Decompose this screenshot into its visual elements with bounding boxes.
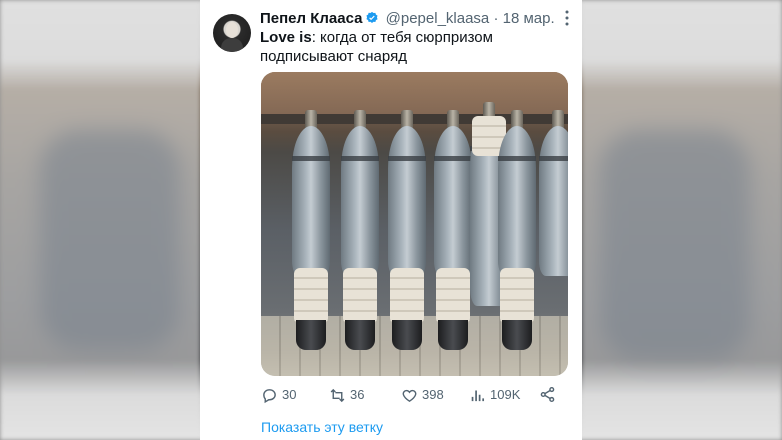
- views-action[interactable]: 109K: [469, 386, 520, 404]
- tweet-text: Love is: когда от тебя сюрпризом подписы…: [260, 28, 560, 66]
- retweet-count: 36: [350, 387, 365, 402]
- views-chart-icon: [471, 390, 485, 401]
- author-handle[interactable]: @pepel_klaasa: [386, 10, 490, 27]
- author-name[interactable]: Пепел Клааса: [260, 10, 362, 27]
- tweet-date[interactable]: 18 мар.: [503, 10, 555, 27]
- separator-dot: ·: [493, 10, 499, 27]
- author-avatar[interactable]: [213, 14, 251, 52]
- reply-count: 30: [282, 387, 297, 402]
- reply-action[interactable]: 30: [261, 386, 296, 404]
- tweet-actions: 30 36 398 109K: [261, 386, 566, 406]
- like-count: 398: [422, 387, 444, 402]
- more-vertical-icon[interactable]: [564, 10, 570, 28]
- tweet-card: Пепел Клааса @pepel_klaasa · 18 мар. Lov…: [200, 0, 582, 440]
- tweet-photo[interactable]: [261, 72, 568, 376]
- share-icon: [540, 386, 555, 403]
- verified-badge-icon: [366, 11, 379, 23]
- tweet-text-bold: Love is: [260, 29, 312, 46]
- show-thread-link[interactable]: Показать эту ветку: [261, 418, 383, 436]
- views-count: 109K: [490, 387, 521, 402]
- tweet-header: Пепел Клааса @pepel_klaasa · 18 мар.: [260, 10, 560, 28]
- retweet-action[interactable]: 36: [329, 386, 364, 404]
- retweet-icon: [330, 388, 345, 402]
- reply-icon: [263, 388, 276, 403]
- like-action[interactable]: 398: [401, 386, 444, 404]
- share-action[interactable]: [539, 386, 556, 403]
- heart-icon: [402, 389, 417, 402]
